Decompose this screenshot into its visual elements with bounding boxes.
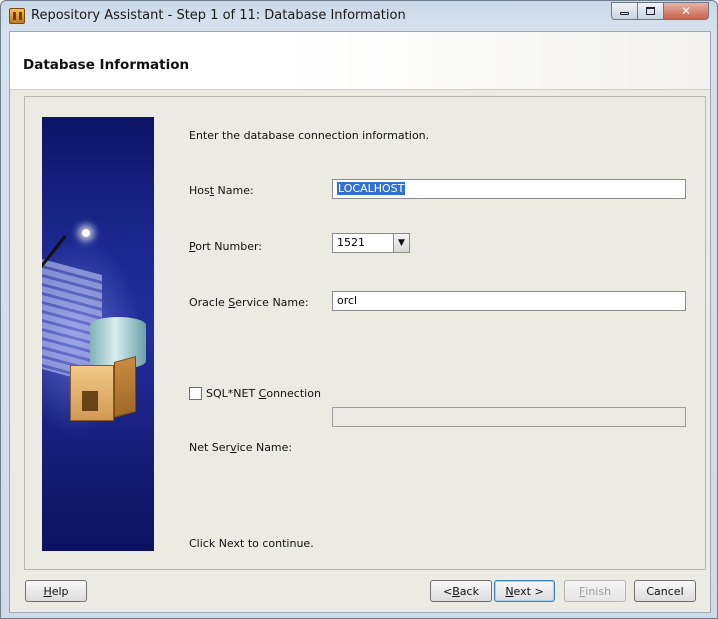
chevron-down-icon[interactable]: ▼: [393, 234, 409, 252]
host-name-value: LOCALHOST: [337, 182, 406, 195]
minimize-icon: [620, 11, 629, 15]
building-icon: [70, 355, 138, 425]
back-label: ack: [459, 584, 479, 598]
net-service-name-label: Net Service Name:: [189, 441, 292, 454]
net-service-name-input[interactable]: [332, 407, 686, 427]
next-label: ext >: [513, 584, 544, 598]
back-button[interactable]: < Back: [430, 580, 492, 602]
cancel-button[interactable]: Cancel: [634, 580, 696, 602]
service-name-label-part: Oracle: [189, 296, 229, 309]
sqlnet-label-part: SQL*NET: [206, 387, 259, 400]
port-number-combobox[interactable]: 1521 ▼: [332, 233, 410, 253]
window-title: Repository Assistant - Step 1 of 11: Dat…: [31, 8, 406, 23]
wizard-illustration: [42, 117, 154, 551]
content-panel: Enter the database connection informatio…: [24, 96, 706, 570]
continue-hint: Click Next to continue.: [189, 537, 314, 550]
minimize-button[interactable]: [611, 2, 638, 20]
finish-label: inish: [585, 584, 612, 598]
net-service-label-part: ice Name:: [236, 441, 293, 454]
dialog-client-area: Database Information Enter the database …: [9, 31, 711, 613]
help-label: elp: [51, 584, 69, 598]
close-icon: ✕: [680, 4, 692, 18]
sqlnet-connection-label[interactable]: SQL*NET Connection: [206, 387, 321, 400]
building-side: [114, 356, 136, 418]
instruction-text: Enter the database connection informatio…: [189, 129, 430, 142]
building-door: [82, 391, 98, 411]
cancel-label: Cancel: [646, 584, 684, 598]
help-button[interactable]: Help: [25, 580, 87, 602]
app-icon: [9, 8, 25, 24]
sqlnet-label-part: onnection: [266, 387, 321, 400]
back-label-prefix: <: [443, 584, 453, 598]
close-button[interactable]: ✕: [664, 2, 709, 20]
wand-sparkle-icon: [82, 229, 90, 237]
port-number-label: Port Number:: [189, 240, 262, 253]
maximize-icon: [646, 7, 655, 15]
back-mnemonic: B: [452, 584, 460, 598]
host-name-label: Host Name:: [189, 184, 254, 197]
host-name-label-part: Name:: [214, 184, 254, 197]
service-name-value: orcl: [337, 294, 358, 307]
service-name-label-part: ervice Name:: [235, 296, 309, 309]
service-name-label: Oracle Service Name:: [189, 296, 309, 309]
port-number-value: 1521: [337, 236, 365, 249]
title-bar[interactable]: Repository Assistant - Step 1 of 11: Dat…: [1, 1, 717, 31]
next-button[interactable]: Next >: [494, 580, 555, 602]
port-number-label-part: ort Number:: [195, 240, 263, 253]
service-name-input[interactable]: orcl: [332, 291, 686, 311]
next-mnemonic: N: [505, 584, 514, 598]
finish-button[interactable]: Finish: [564, 580, 626, 602]
repository-assistant-window: Repository Assistant - Step 1 of 11: Dat…: [0, 0, 718, 619]
net-service-label-part: Net Ser: [189, 441, 231, 454]
sqlnet-connection-checkbox[interactable]: [189, 387, 202, 400]
host-name-label-part: Hos: [189, 184, 210, 197]
window-controls: ✕: [611, 2, 709, 20]
maximize-button[interactable]: [638, 2, 664, 20]
host-name-input[interactable]: LOCALHOST: [332, 179, 686, 199]
header-band: Database Information: [10, 32, 710, 90]
help-mnemonic: H: [43, 584, 52, 598]
page-title: Database Information: [23, 57, 190, 73]
